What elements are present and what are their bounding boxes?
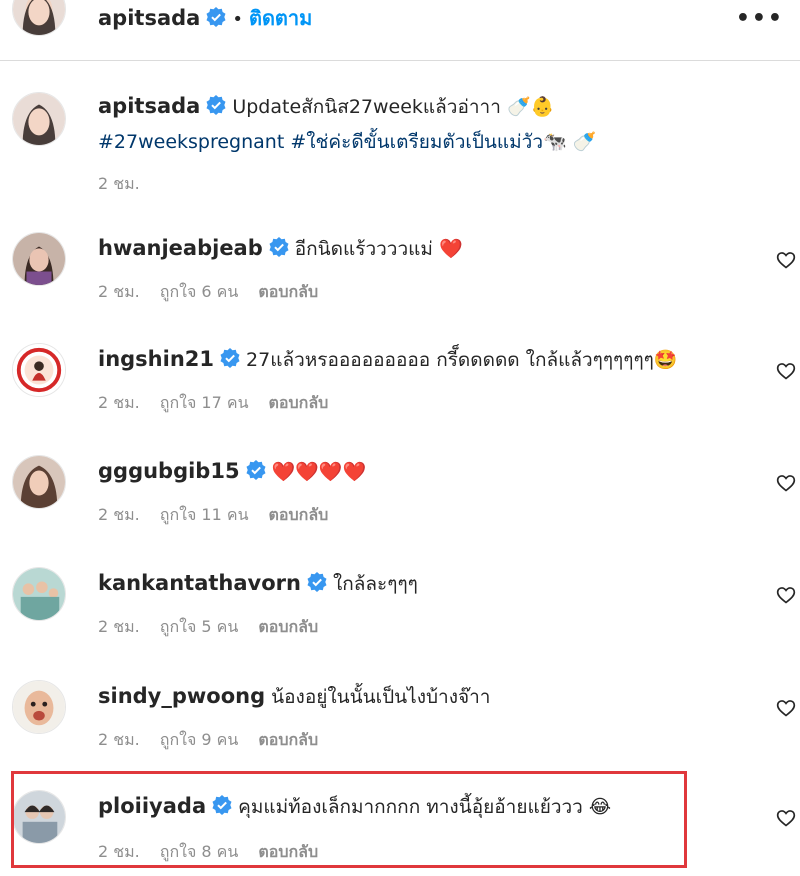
comment-likes[interactable]: ถูกใจ 6 คน <box>160 282 239 301</box>
reply-button[interactable]: ตอบกลับ <box>269 393 329 412</box>
comment-time[interactable]: 2 ชม. <box>98 282 140 301</box>
avatar[interactable] <box>12 567 66 621</box>
caption-hashtags[interactable]: #27weekspregnant #ใช่ค่ะดีขั้นเตรียมตัวเ… <box>98 128 596 156</box>
comment-text: ใกล้ละๆๆๆ <box>332 573 418 595</box>
verified-badge-icon <box>206 95 226 115</box>
avatar[interactable] <box>12 680 66 734</box>
comment-meta: 2 ชม. ถูกใจ 11 คน ตอบกลับ <box>98 503 348 528</box>
comment-line: ingshin21 27แล้วหรอออออออออ กรี็ดดดดด ใกล… <box>98 345 678 374</box>
caption-meta: 2 ชม. <box>98 172 160 197</box>
verified-badge-icon <box>220 348 240 368</box>
comment-likes[interactable]: ถูกใจ 17 คน <box>160 393 249 412</box>
comment-line: sindy_pwoong น้องอยู่ในนั้นเป็นไงบ้างจ๊าา <box>98 682 490 711</box>
comment-meta: 2 ชม. ถูกใจ 17 คน ตอบกลับ <box>98 391 348 416</box>
avatar[interactable] <box>12 343 66 397</box>
comment-time[interactable]: 2 ชม. <box>98 617 140 636</box>
comment-username[interactable]: gggubgib15 <box>98 459 240 483</box>
comment-text: ❤️❤️❤️❤️ <box>271 461 367 483</box>
highlight-box <box>11 771 687 868</box>
like-heart-icon[interactable] <box>776 698 796 718</box>
like-heart-icon[interactable] <box>776 808 796 828</box>
caption-line: apitsada Updateสักนิส27weekแล้วอ่าาา 🍼👶 <box>98 92 554 121</box>
comment-item: gggubgib15 ❤️❤️❤️❤️ 2 ชม. ถูกใจ 11 คน ตอบกล… <box>0 455 800 535</box>
comment-time[interactable]: 2 ชม. <box>98 505 140 524</box>
follow-button[interactable]: ติดตาม <box>249 6 312 30</box>
avatar[interactable] <box>12 455 66 509</box>
comment-line: kankantathavorn ใกล้ละๆๆๆ <box>98 569 418 598</box>
comment-item: hwanjeabjeab อีกนิดแร้ววววแม่ ❤️ 2 ชม. ถูก… <box>0 232 800 312</box>
comment-text: อีกนิดแร้ววววแม่ ❤️ <box>294 238 463 260</box>
comment-line: hwanjeabjeab อีกนิดแร้ววววแม่ ❤️ <box>98 234 463 263</box>
comment-username[interactable]: hwanjeabjeab <box>98 236 263 260</box>
comment-meta: 2 ชม. ถูกใจ 9 คน ตอบกลับ <box>98 728 338 753</box>
comment-username[interactable]: sindy_pwoong <box>98 684 265 708</box>
caption-username[interactable]: apitsada <box>98 94 200 118</box>
header-username[interactable]: apitsada <box>98 6 200 30</box>
verified-badge-icon <box>246 460 266 480</box>
caption-text: Updateสักนิส27weekแล้วอ่าาา 🍼👶 <box>232 96 555 118</box>
comment-item: sindy_pwoong น้องอยู่ในนั้นเป็นไงบ้างจ๊าา… <box>0 680 800 760</box>
comment-line: gggubgib15 ❤️❤️❤️❤️ <box>98 457 366 486</box>
verified-badge-icon <box>206 7 226 27</box>
like-heart-icon[interactable] <box>776 361 796 381</box>
caption-time[interactable]: 2 ชม. <box>98 174 140 193</box>
comment-text: 27แล้วหรอออออออออ กรี็ดดดดด ใกล้แล้วๆๆๆๆ… <box>246 349 678 371</box>
comment-likes[interactable]: ถูกใจ 5 คน <box>160 617 239 636</box>
comment-likes[interactable]: ถูกใจ 9 คน <box>160 730 239 749</box>
comment-username[interactable]: kankantathavorn <box>98 571 301 595</box>
avatar[interactable] <box>12 232 66 286</box>
avatar[interactable] <box>12 92 66 146</box>
reply-button[interactable]: ตอบกลับ <box>258 617 318 636</box>
reply-button[interactable]: ตอบกลับ <box>269 505 329 524</box>
comment-item: ingshin21 27แล้วหรอออออออออ กรี็ดดดดด ใกล… <box>0 343 800 423</box>
like-heart-icon[interactable] <box>776 473 796 493</box>
separator-dot: • <box>232 9 243 30</box>
verified-badge-icon <box>307 572 327 592</box>
post-header: apitsada • ติดตาม ••• <box>0 0 800 61</box>
like-heart-icon[interactable] <box>776 250 796 270</box>
comment-item: kankantathavorn ใกล้ละๆๆๆ 2 ชม. ถูกใจ 5 คน… <box>0 567 800 647</box>
comment-meta: 2 ชม. ถูกใจ 6 คน ตอบกลับ <box>98 280 338 305</box>
avatar[interactable] <box>12 0 66 36</box>
verified-badge-icon <box>269 237 289 257</box>
reply-button[interactable]: ตอบกลับ <box>258 282 318 301</box>
like-heart-icon[interactable] <box>776 585 796 605</box>
more-options-icon[interactable]: ••• <box>736 6 784 31</box>
comment-text: น้องอยู่ในนั้นเป็นไงบ้างจ๊าา <box>271 686 491 708</box>
caption: apitsada Updateสักนิส27weekแล้วอ่าาา 🍼👶 #… <box>0 92 800 202</box>
comment-time[interactable]: 2 ชม. <box>98 730 140 749</box>
comment-time[interactable]: 2 ชม. <box>98 393 140 412</box>
comment-meta: 2 ชม. ถูกใจ 5 คน ตอบกลับ <box>98 615 338 640</box>
reply-button[interactable]: ตอบกลับ <box>258 730 318 749</box>
header-user-line: apitsada • ติดตาม <box>98 2 312 34</box>
comment-username[interactable]: ingshin21 <box>98 347 214 371</box>
comment-likes[interactable]: ถูกใจ 11 คน <box>160 505 249 524</box>
